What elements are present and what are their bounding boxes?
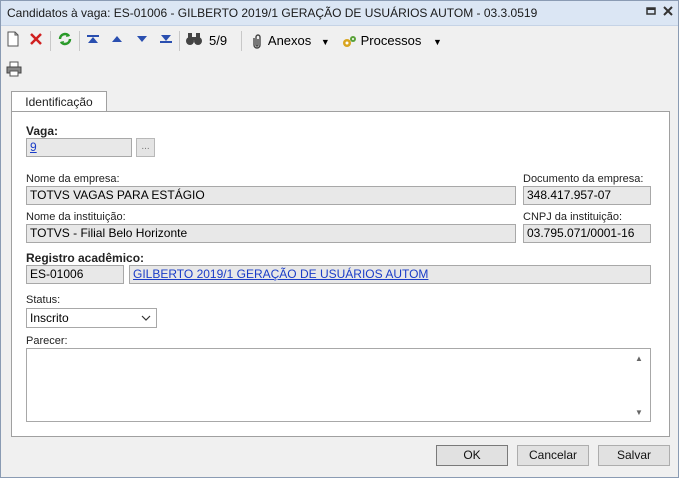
previous-record-icon[interactable] [110,31,124,51]
report-bar [1,57,678,83]
registro-name-link[interactable]: GILBERTO 2019/1 GERAÇÃO DE USUÁRIOS AUTO… [133,267,428,281]
toolbar-separator [50,31,51,51]
attachments-menu[interactable]: Anexos ▼ [249,31,330,51]
record-counter: 5/9 [209,33,228,48]
next-record-icon[interactable] [135,31,149,51]
instituicao-field[interactable]: TOTVS - Filial Belo Horizonte [26,224,516,243]
registro-name-field[interactable]: GILBERTO 2019/1 GERAÇÃO DE USUÁRIOS AUTO… [129,265,651,284]
title-bar[interactable]: Candidatos à vaga: ES-01006 - GILBERTO 2… [1,1,678,26]
restore-icon[interactable] [643,5,659,21]
registro-code-field[interactable]: ES-01006 [26,265,124,284]
vaga-label: Vaga: [26,124,59,138]
vaga-field[interactable]: 9 [26,138,132,157]
instituicao-label: Nome da instituição: [26,211,126,223]
paperclip-icon [253,33,261,49]
dialog-window: Candidatos à vaga: ES-01006 - GILBERTO 2… [0,0,679,478]
tab-identificacao[interactable]: Identificação [11,91,107,112]
doc-empresa-label: Documento da empresa: [523,173,644,185]
status-value: Inscrito [30,311,69,325]
empresa-field[interactable]: TOTVS VAGAS PARA ESTÁGIO [26,186,516,205]
scroll-down-icon[interactable]: ▼ [635,408,666,417]
registro-label: Registro acadêmico: [26,251,145,265]
printer-icon[interactable] [6,61,22,80]
close-window-icon[interactable] [660,5,676,21]
status-label: Status: [26,294,61,306]
delete-icon[interactable] [29,31,43,51]
window-title: Candidatos à vaga: ES-01006 - GILBERTO 2… [7,6,538,20]
last-record-icon[interactable] [159,31,173,51]
attachments-label: Anexos [267,33,312,48]
refresh-icon[interactable] [57,31,73,51]
identification-panel: Vaga: 9 ... Nome da empresa: TOTVS VAGAS… [11,111,670,437]
chevron-down-icon [141,309,151,334]
chevron-down-icon: ▼ [432,37,442,47]
cancel-button[interactable]: Cancelar [517,445,589,466]
parecer-label: Parecer: [26,335,68,347]
ok-button[interactable]: OK [436,445,508,466]
chevron-down-icon: ▼ [320,37,330,47]
processes-label: Processos [360,33,422,48]
scroll-up-icon[interactable]: ▲ [635,354,666,363]
vaga-link[interactable]: 9 [30,140,37,154]
status-select[interactable]: Inscrito [26,308,157,328]
empresa-label: Nome da empresa: [26,173,120,185]
vaga-lookup-button[interactable]: ... [136,138,155,157]
cnpj-field[interactable]: 03.795.071/0001-16 [523,224,651,243]
processes-menu[interactable]: Processos ▼ [341,31,442,51]
toolbar: 5/9 Anexos ▼ Processos ▼ [1,26,678,56]
parecer-textarea[interactable] [26,348,651,422]
toolbar-separator [179,31,180,51]
gears-icon [343,35,356,47]
first-record-icon[interactable] [86,31,100,51]
toolbar-separator [241,31,242,51]
new-record-icon[interactable] [6,31,20,51]
binoculars-icon[interactable] [185,31,203,51]
save-button[interactable]: Salvar [598,445,670,466]
doc-empresa-field[interactable]: 348.417.957-07 [523,186,651,205]
toolbar-separator [79,31,80,51]
cnpj-label: CNPJ da instituição: [523,211,623,223]
